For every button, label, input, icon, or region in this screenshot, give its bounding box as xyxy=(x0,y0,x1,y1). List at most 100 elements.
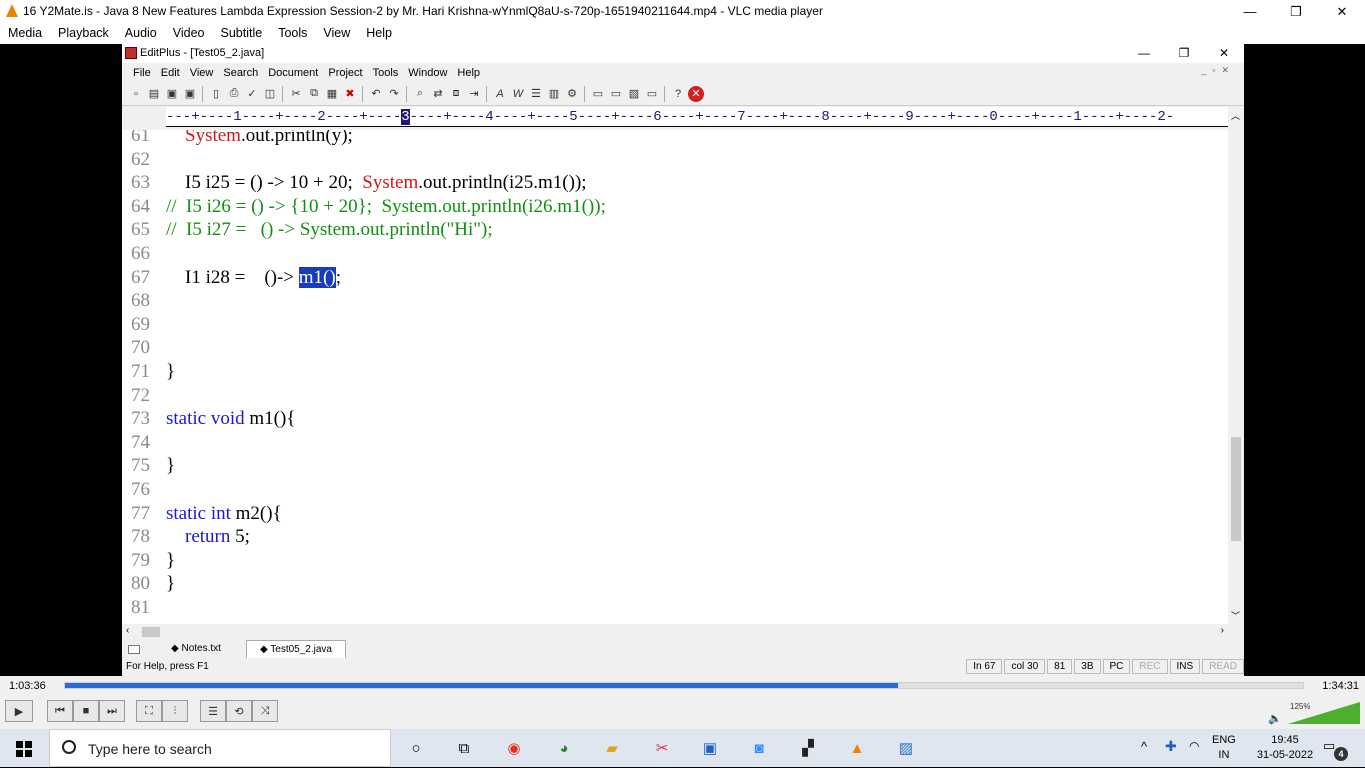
ep-menu-search[interactable]: Search xyxy=(218,67,263,79)
code-line[interactable]: 63 I5 i25 = () -> 10 + 20; System.out.pr… xyxy=(122,171,1228,195)
code-line[interactable]: 73 static void m1(){ xyxy=(122,407,1228,431)
notification-icon[interactable]: ▭ 4 xyxy=(1323,738,1348,761)
ep-menu-help[interactable]: Help xyxy=(452,67,485,79)
menu-help[interactable]: Help xyxy=(358,23,400,44)
tab-notes[interactable]: ◆ Notes.txt xyxy=(146,640,246,658)
new-file-icon[interactable]: ▫ xyxy=(128,86,144,102)
undo-icon[interactable]: ↶ xyxy=(368,86,384,102)
cortana-icon[interactable]: ○ xyxy=(405,737,427,759)
vertical-scroll-thumb[interactable] xyxy=(1231,437,1241,541)
font-icon[interactable]: A xyxy=(492,86,508,102)
paste-icon[interactable]: ▦ xyxy=(324,86,340,102)
code-line[interactable]: 78 return 5; xyxy=(122,525,1228,549)
record-app-icon[interactable]: ◉ xyxy=(503,737,525,759)
folder-icon[interactable] xyxy=(122,640,146,658)
close-button[interactable]: ✕ xyxy=(1319,0,1365,23)
zoom-icon[interactable]: ◙ xyxy=(748,737,770,759)
scroll-left-icon[interactable]: ‹ xyxy=(126,625,129,636)
snipping-tool-icon[interactable]: ✂ xyxy=(651,737,673,759)
ep-menu-tools[interactable]: Tools xyxy=(368,67,404,79)
goto-icon[interactable]: ⇥ xyxy=(466,86,482,102)
tab-test05[interactable]: ◆ Test05_2.java xyxy=(246,640,346,658)
code-line[interactable]: 62 xyxy=(122,148,1228,172)
code-line[interactable]: 61 System.out.println(y); xyxy=(122,130,1228,148)
stop-playback-icon[interactable]: ■ xyxy=(73,700,99,722)
help-icon[interactable]: ? xyxy=(670,86,686,102)
code-line[interactable]: 77 static int m2(){ xyxy=(122,502,1228,526)
extended-settings-icon[interactable]: ⫶ xyxy=(162,700,188,722)
wifi-icon[interactable]: ◠ xyxy=(1189,739,1199,753)
shuffle-icon[interactable]: ⤨ xyxy=(252,700,278,722)
code-line[interactable]: 69 xyxy=(122,313,1228,337)
code-line[interactable]: 66 xyxy=(122,242,1228,266)
copy-icon[interactable]: ⧉ xyxy=(306,86,322,102)
vertical-scrollbar[interactable]: ︿ ﹀ xyxy=(1228,107,1244,624)
menu-playback[interactable]: Playback xyxy=(50,23,117,44)
code-line[interactable]: 76 xyxy=(122,478,1228,502)
ep-menu-view[interactable]: View xyxy=(185,67,219,79)
scroll-right-icon[interactable]: › xyxy=(1221,625,1224,636)
fullscreen-icon[interactable]: ⛶ xyxy=(136,700,162,722)
code-editor[interactable]: 61 System.out.println(y); 62 63 I5 i25 = (… xyxy=(122,130,1228,624)
menu-audio[interactable]: Audio xyxy=(117,23,165,44)
code-line[interactable]: 75} xyxy=(122,454,1228,478)
line-number-icon[interactable]: ☰ xyxy=(528,86,544,102)
cliptext-icon[interactable]: ▧ xyxy=(626,86,642,102)
window-tile-icon[interactable]: ▭ xyxy=(590,86,606,102)
spellcheck-icon[interactable]: ✓ xyxy=(244,86,260,102)
speaker-icon[interactable]: 🔈 xyxy=(1268,712,1282,725)
redo-icon[interactable]: ↷ xyxy=(386,86,402,102)
save-icon[interactable]: ▣ xyxy=(164,86,180,102)
code-line[interactable]: 68 xyxy=(122,289,1228,313)
volume-control[interactable]: 🔈 125% xyxy=(1268,702,1360,725)
ep-menu-document[interactable]: Document xyxy=(263,67,323,79)
open-folder-icon[interactable]: ▤ xyxy=(146,86,162,102)
seek-bar[interactable] xyxy=(64,682,1304,689)
menu-view[interactable]: View xyxy=(315,23,358,44)
find-icon[interactable]: ⌕ xyxy=(412,86,428,102)
loop-icon[interactable]: ⟲ xyxy=(226,700,252,722)
ruler-icon[interactable]: ▥ xyxy=(546,86,562,102)
menu-video[interactable]: Video xyxy=(165,23,213,44)
menu-tools[interactable]: Tools xyxy=(270,23,315,44)
code-line[interactable]: 70 xyxy=(122,336,1228,360)
delete-icon[interactable]: ✖ xyxy=(342,86,358,102)
code-line[interactable]: 80} xyxy=(122,572,1228,596)
ep-menu-project[interactable]: Project xyxy=(323,67,367,79)
code-line[interactable]: 79} xyxy=(122,549,1228,573)
maximize-button[interactable]: ❐ xyxy=(1273,0,1319,23)
code-line[interactable]: 74 xyxy=(122,431,1228,455)
taskbar-search[interactable]: Type here to search xyxy=(49,729,391,767)
clock[interactable]: 19:45 31-05-2022 xyxy=(1250,733,1320,763)
code-line[interactable]: 65 // I5 i27 = () -> System.out.println("… xyxy=(122,218,1228,242)
code-line[interactable]: 81 xyxy=(122,596,1228,620)
previous-icon[interactable]: ⏮ xyxy=(47,700,73,722)
browser-icon[interactable]: ◫ xyxy=(262,86,278,102)
playlist-icon[interactable]: ☰ xyxy=(200,700,226,722)
horizontal-scroll-thumb[interactable] xyxy=(142,627,160,637)
code-line[interactable]: 72 xyxy=(122,384,1228,408)
language-indicator[interactable]: ENG IN xyxy=(1212,733,1236,763)
save-all-icon[interactable]: ▣ xyxy=(182,86,198,102)
code-line[interactable]: 64 // I5 i26 = () -> {10 + 20}; System.ou… xyxy=(122,195,1228,219)
minimize-button[interactable]: — xyxy=(1227,0,1273,23)
ep-close-button[interactable]: ✕ xyxy=(1204,44,1244,63)
stop-icon[interactable]: ✕ xyxy=(688,85,704,102)
find-in-files-icon[interactable]: ⧈ xyxy=(448,86,464,102)
print-icon[interactable]: ⎙ xyxy=(226,86,242,102)
ep-restore-button[interactable]: ❐ xyxy=(1164,44,1204,63)
window-cascade-icon[interactable]: ▭ xyxy=(608,86,624,102)
menu-media[interactable]: Media xyxy=(0,23,50,44)
print-preview-icon[interactable]: ▯ xyxy=(208,86,224,102)
cut-icon[interactable]: ✂ xyxy=(288,86,304,102)
play-icon[interactable]: ▶ xyxy=(5,700,33,722)
tray-chevron-icon[interactable]: ^ xyxy=(1141,739,1147,754)
settings-icon[interactable]: ⚙ xyxy=(564,86,580,102)
word-wrap-icon[interactable]: W xyxy=(510,86,526,102)
store-icon[interactable]: ▣ xyxy=(699,737,721,759)
scroll-up-icon[interactable]: ︿ xyxy=(1231,109,1240,122)
file-explorer-icon[interactable]: ▰ xyxy=(601,737,623,759)
code-line[interactable]: 71} xyxy=(122,360,1228,384)
sticky-notes-icon[interactable]: ▞ xyxy=(797,737,819,759)
task-view-icon[interactable]: ⧉ xyxy=(453,737,475,759)
